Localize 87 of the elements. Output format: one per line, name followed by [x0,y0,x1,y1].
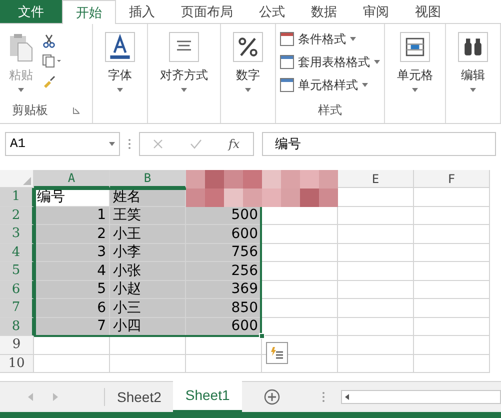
lightning-list-icon [270,346,284,360]
row-header[interactable]: 2 [0,206,34,225]
function-icon[interactable]: fx [228,135,240,153]
table-cell: 6 [34,299,110,318]
sheet-tab[interactable]: Sheet1 [173,381,242,412]
caret-icon [412,88,418,92]
cells-grid-icon [400,32,430,62]
formula-field[interactable]: 编号 [262,132,496,156]
column-header[interactable]: E [338,170,414,188]
ribbon-button[interactable]: 对齐方式 [156,32,212,84]
table-cell: 小李 [110,244,186,262]
table-style-icon [280,55,294,69]
style-menu-button[interactable]: 条件格式 [280,30,380,48]
caret-icon [109,142,115,146]
table-cell: 3 [34,244,110,262]
add-sheet-icon[interactable] [264,389,280,405]
caret-icon [117,88,123,92]
ribbon-tab[interactable]: 页面布局 [168,0,246,23]
table-style-icon [280,78,294,92]
horizontal-scrollbar[interactable] [340,390,501,404]
table-cell: 1 [34,206,110,225]
table-cell: 王笑 [110,206,186,225]
caret-icon [350,37,356,41]
row-header[interactable]: 10 [0,354,34,373]
dialog-launcher-icon[interactable] [73,106,80,114]
group-label: 样式 [318,102,342,119]
paintbrush-icon[interactable] [42,74,56,88]
table-cell: 2 [34,225,110,244]
row-header[interactable]: 4 [0,244,34,262]
ribbon-button[interactable]: 数字 [229,32,267,84]
row-header[interactable]: 7 [0,299,34,318]
check-icon[interactable] [190,139,202,149]
more-icon [322,391,325,403]
caret-icon [362,83,368,87]
font-color-icon [105,32,135,62]
ribbon-tab[interactable]: 插入 [116,0,168,23]
table-cell: 小三 [110,299,186,318]
caret-icon [470,88,476,92]
row-header[interactable]: 3 [0,225,34,244]
table-cell: 小赵 [110,280,186,299]
ribbon-button[interactable]: 单元格 [393,32,437,84]
binoculars-icon [458,32,488,62]
more-icon [128,138,131,150]
table-style-icon [280,32,294,46]
percent-icon [233,32,263,62]
row-header[interactable]: 9 [0,336,34,354]
sheet-tab[interactable]: Sheet2 [105,382,174,412]
row-header[interactable]: 8 [0,318,34,336]
ribbon-tab[interactable]: 审阅 [350,0,402,23]
table-cell: 小王 [110,225,186,244]
ribbon-tab[interactable]: 视图 [402,0,454,23]
copy-icon[interactable] [42,54,62,68]
row-header[interactable]: 6 [0,280,34,299]
column-header[interactable]: A [34,170,110,188]
table-cell: 4 [34,262,110,280]
caret-icon [374,60,380,64]
ribbon-tab[interactable]: 数据 [298,0,350,23]
quick-analysis-button[interactable] [266,342,288,364]
ribbon-button[interactable]: 字体 [101,32,139,84]
style-menu-button[interactable]: 套用表格格式 [280,53,380,71]
ribbon-button[interactable]: 编辑 [454,32,492,84]
caret-icon [181,88,187,92]
column-header[interactable]: B [110,170,186,188]
style-menu-button[interactable]: 单元格样式 [280,76,380,94]
ribbon-tab[interactable]: 开始 [62,0,116,24]
table-cell: 600 [186,225,262,244]
table-cell: 850 [186,299,262,318]
table-cell: 756 [186,244,262,262]
row-header[interactable]: 5 [0,262,34,280]
caret-icon [18,88,24,92]
ribbon-tab[interactable]: 公式 [246,0,298,23]
table-cell: 小张 [110,262,186,280]
caret-icon [245,88,251,92]
scroll-left-icon[interactable] [344,394,349,400]
fill-handle[interactable] [259,333,265,339]
name-box[interactable]: A1 [5,132,120,156]
group-label: 剪贴板 [12,102,48,119]
table-cell: 256 [186,262,262,280]
table-cell: 369 [186,280,262,299]
file-tab[interactable]: 文件 [0,0,62,23]
table-cell: 5 [34,280,110,299]
clipboard-icon [8,32,34,62]
table-cell: 500 [186,206,262,225]
align-lines-icon [169,32,199,62]
column-header[interactable]: F [414,170,490,188]
scissors-icon[interactable] [42,34,56,48]
row-header[interactable]: 1 [0,188,34,206]
